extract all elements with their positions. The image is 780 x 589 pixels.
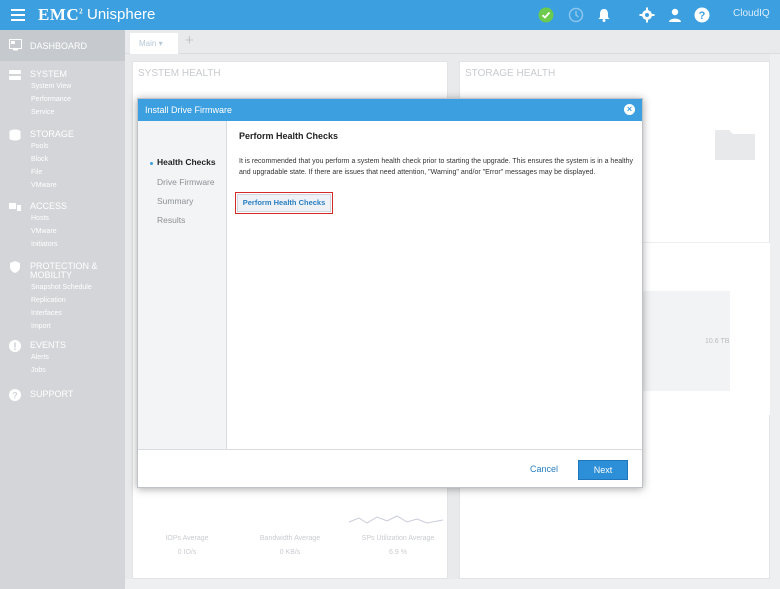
- brand-logo: EMC2: [38, 5, 84, 24]
- vertical-scrollbar[interactable]: [770, 54, 780, 589]
- sidebar-item-import[interactable]: Import: [31, 323, 51, 330]
- content-description: It is recommended that you perform a sys…: [239, 158, 634, 176]
- dashboard-tab-bar: Main ▾ +: [125, 30, 780, 54]
- sidebar-head-access[interactable]: ACCESS: [30, 201, 67, 211]
- access-icon: [9, 203, 21, 211]
- storage-health-title: STORAGE HEALTH: [465, 68, 556, 79]
- close-icon[interactable]: ×: [624, 104, 635, 115]
- sidebar-head-mobility[interactable]: MOBILITY: [30, 270, 72, 280]
- sidebar-item-interfaces[interactable]: Interfaces: [31, 310, 62, 317]
- sidebar-item-jobs[interactable]: Jobs: [31, 367, 46, 374]
- system-health-title: SYSTEM HEALTH: [138, 68, 221, 79]
- tab-main[interactable]: Main ▾: [130, 33, 178, 54]
- sidebar-item-pools[interactable]: Pools: [31, 143, 49, 150]
- sidebar-item-system-view[interactable]: System View: [31, 83, 71, 90]
- alerts-bell-icon[interactable]: [596, 7, 612, 23]
- install-drive-firmware-dialog: Install Drive Firmware × Health Checks D…: [137, 98, 643, 488]
- sp-utilization-value: 6.9 %: [389, 549, 407, 556]
- active-step-bullet: [150, 162, 153, 165]
- sidebar-dashboard-label: DASHBOARD: [30, 41, 88, 51]
- settings-gear-icon[interactable]: [639, 7, 655, 23]
- sidebar-head-system[interactable]: SYSTEM: [30, 69, 67, 79]
- content-heading: Perform Health Checks: [239, 131, 339, 141]
- sidebar-item-replication[interactable]: Replication: [31, 297, 66, 304]
- sidebar-head-events[interactable]: EVENTS: [30, 340, 66, 350]
- sp-utilization-label: SPs Utilization Average: [361, 535, 435, 542]
- wizard-steps: Health Checks Drive Firmware Summary Res…: [138, 121, 227, 449]
- dialog-header: Install Drive Firmware ×: [138, 99, 642, 121]
- cloudiq-link[interactable]: CloudIQ: [733, 8, 770, 19]
- events-icon: [9, 340, 21, 352]
- storage-icon: [9, 129, 21, 141]
- sp-utilization-sparkline: [349, 515, 443, 524]
- jobs-icon[interactable]: [568, 7, 584, 23]
- sidebar-item-vmware-storage[interactable]: VMware: [31, 182, 57, 189]
- dialog-title: Install Drive Firmware: [145, 105, 233, 115]
- perform-health-checks-label: Perform Health Checks: [237, 194, 331, 212]
- capacity-label: 10.6 TB: [705, 338, 730, 345]
- step-health-checks[interactable]: Health Checks: [157, 157, 216, 167]
- system-status-ok-icon[interactable]: [538, 7, 554, 23]
- wizard-content: Perform Health Checks It is recommended …: [227, 121, 642, 449]
- sidebar-item-performance[interactable]: Performance: [31, 96, 71, 103]
- sidebar: DASHBOARD SYSTEM System View Performance…: [0, 30, 125, 589]
- system-icon: [9, 70, 21, 80]
- sidebar-item-initiators[interactable]: Initiators: [31, 241, 57, 248]
- dialog-footer: Cancel Next: [138, 449, 642, 487]
- dashboard-icon: [9, 39, 22, 51]
- sidebar-item-vmware-access[interactable]: VMware: [31, 228, 57, 235]
- bandwidth-average-label: Bandwidth Average: [259, 535, 321, 542]
- help-icon[interactable]: ?: [694, 7, 710, 23]
- user-icon[interactable]: [667, 7, 683, 23]
- svg-text:?: ?: [699, 10, 706, 22]
- svg-text:?: ?: [12, 391, 18, 401]
- menu-icon[interactable]: [11, 9, 25, 21]
- sidebar-item-dashboard[interactable]: DASHBOARD: [0, 30, 125, 61]
- app-name: Unisphere: [87, 6, 156, 23]
- shield-icon: [10, 261, 20, 273]
- bandwidth-average-value: 0 KB/s: [279, 549, 301, 556]
- sidebar-item-service[interactable]: Service: [31, 109, 54, 116]
- perform-health-checks-button[interactable]: Perform Health Checks: [235, 192, 333, 214]
- sidebar-item-file[interactable]: File: [31, 169, 42, 176]
- sidebar-head-storage[interactable]: STORAGE: [30, 129, 74, 139]
- sidebar-item-block[interactable]: Block: [31, 156, 48, 163]
- folder-icon: [715, 130, 755, 160]
- iops-average-label: IOPs Average: [165, 535, 209, 542]
- sidebar-head-support[interactable]: SUPPORT: [30, 389, 73, 399]
- sidebar-item-alerts[interactable]: Alerts: [31, 354, 49, 361]
- horizontal-scrollbar[interactable]: [125, 579, 770, 589]
- sidebar-item-snapshot-schedule[interactable]: Snapshot Schedule: [31, 284, 92, 291]
- cancel-button[interactable]: Cancel: [530, 464, 558, 474]
- step-drive-firmware[interactable]: Drive Firmware: [157, 177, 215, 187]
- top-bar: EMC2 Unisphere ? CloudIQ: [0, 0, 780, 30]
- iops-average-value: 0 IO/s: [177, 549, 197, 556]
- add-tab-icon[interactable]: +: [185, 32, 194, 49]
- step-results[interactable]: Results: [157, 215, 185, 225]
- sidebar-item-hosts[interactable]: Hosts: [31, 215, 49, 222]
- next-button[interactable]: Next: [578, 460, 628, 480]
- step-summary[interactable]: Summary: [157, 196, 193, 206]
- support-icon: ?: [9, 389, 21, 401]
